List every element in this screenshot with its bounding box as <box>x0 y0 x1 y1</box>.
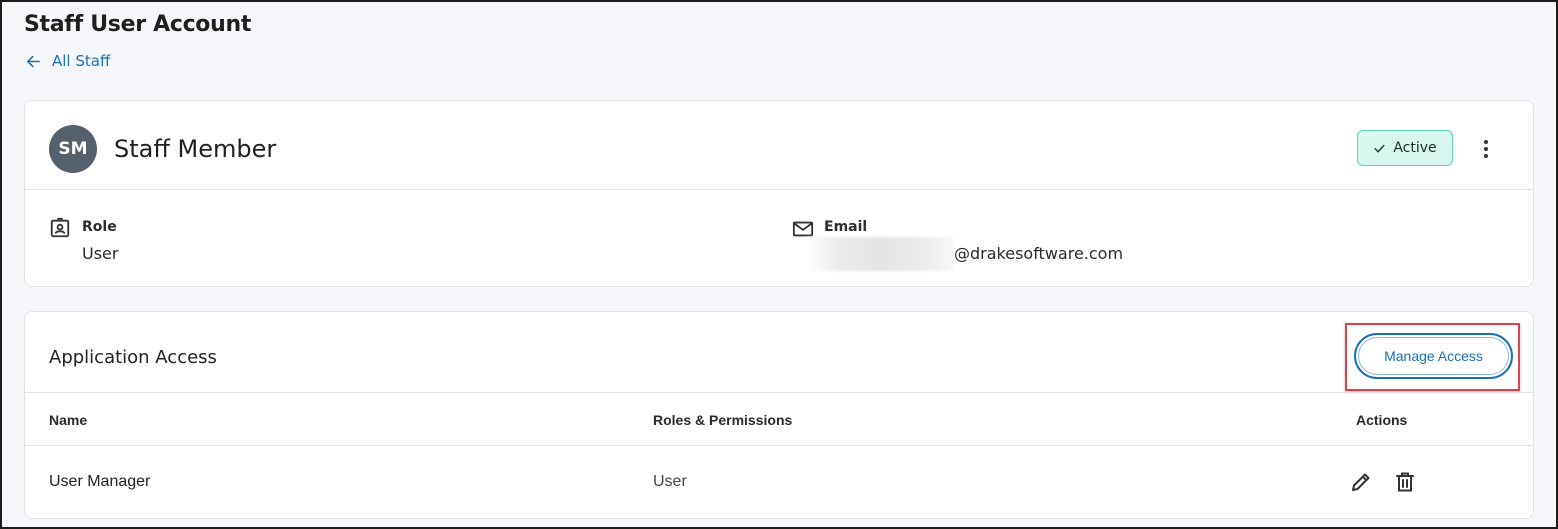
more-options-button[interactable] <box>1475 136 1497 162</box>
redacted-email-username <box>807 237 953 271</box>
status-label: Active <box>1393 140 1437 156</box>
more-vertical-icon <box>1484 140 1488 158</box>
pencil-icon[interactable] <box>1349 470 1373 494</box>
section-title: Application Access <box>49 347 217 368</box>
application-access-card: Application Access Manage Access Name Ro… <box>24 311 1534 519</box>
column-header-actions: Actions <box>1356 412 1408 428</box>
arrow-left-icon <box>27 55 40 67</box>
id-badge-icon <box>50 217 70 238</box>
header-divider <box>25 392 1533 393</box>
profile-card: SM Staff Member Active Role User Email @… <box>24 100 1534 287</box>
avatar: SM <box>49 125 97 173</box>
column-header-name[interactable]: Name <box>49 412 87 428</box>
role-label: Role <box>82 219 117 235</box>
row-role: User <box>653 473 687 490</box>
email-value: @drakesoftware.com <box>954 244 1124 263</box>
profile-divider <box>25 189 1533 190</box>
email-label: Email <box>824 219 868 235</box>
table-header-divider <box>25 445 1533 446</box>
status-badge: Active <box>1357 130 1453 166</box>
member-name: Staff Member <box>114 135 277 163</box>
row-name: User Manager <box>49 473 151 490</box>
manage-access-button[interactable]: Manage Access <box>1354 333 1513 379</box>
trash-icon[interactable] <box>1393 470 1417 494</box>
role-value: User <box>82 244 119 263</box>
check-icon <box>1374 144 1385 152</box>
page-title: Staff User Account <box>24 12 252 37</box>
back-to-all-staff-link[interactable]: All Staff <box>25 52 110 70</box>
column-header-roles[interactable]: Roles & Permissions <box>653 412 792 428</box>
back-link-label: All Staff <box>52 52 111 70</box>
